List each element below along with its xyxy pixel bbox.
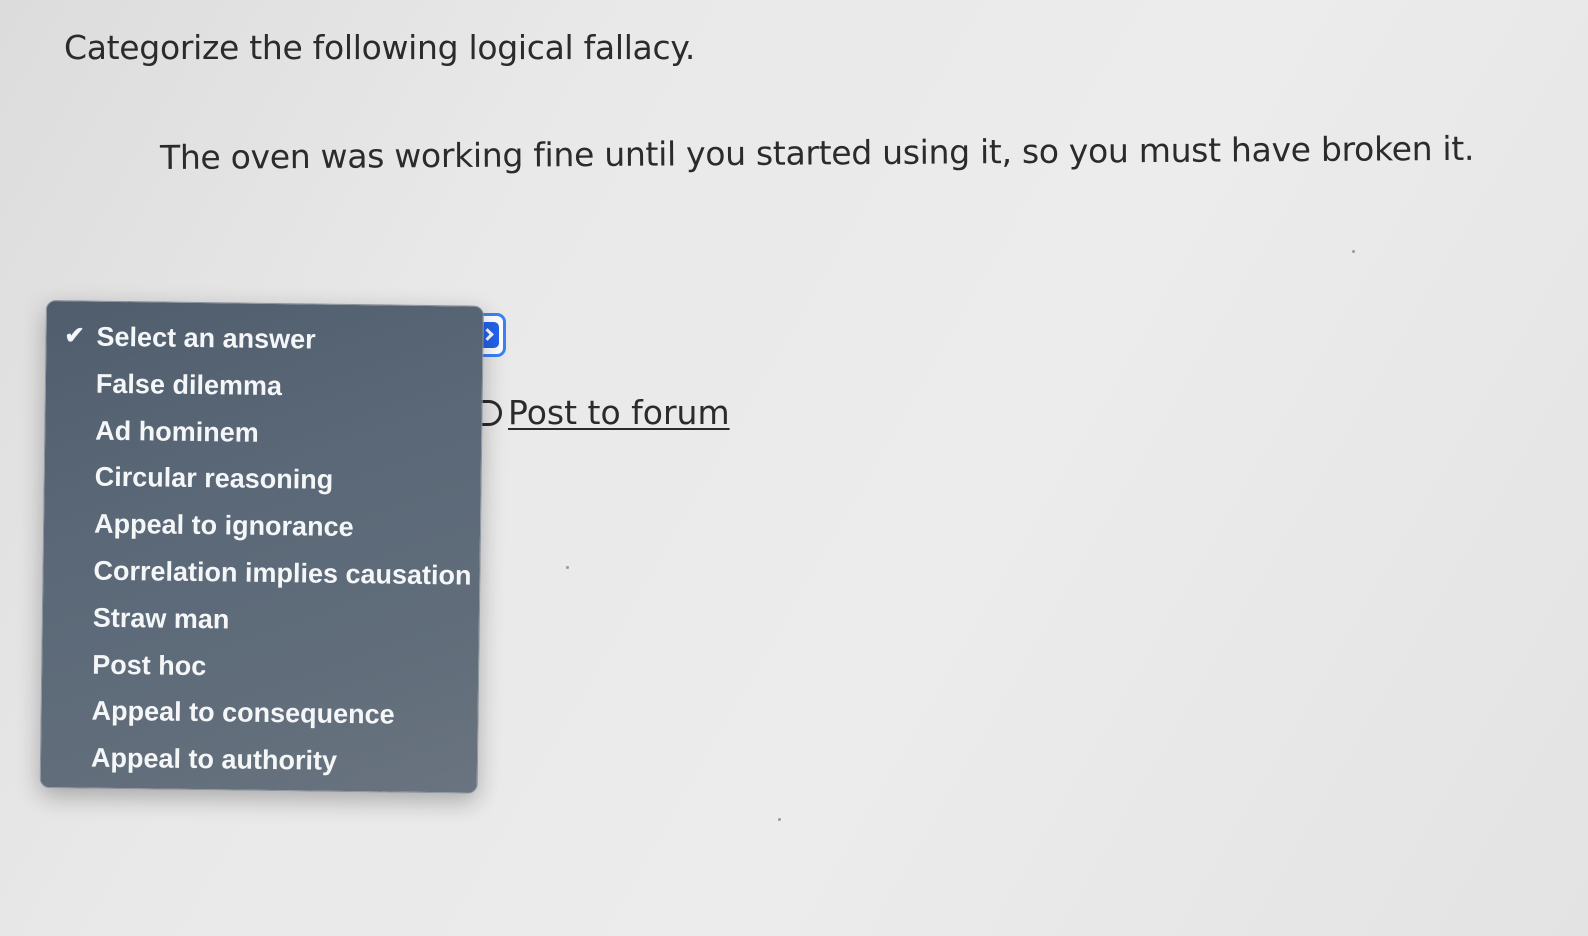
dropdown-option-label: Correlation implies causation xyxy=(93,555,472,591)
dropdown-option-false-dilemma[interactable]: False dilemma xyxy=(46,360,483,412)
answer-dropdown-menu: ✔ Select an answer False dilemma Ad homi… xyxy=(39,300,484,794)
dropdown-option-ad-hominem[interactable]: Ad hominem xyxy=(45,407,482,459)
screen-speck xyxy=(1352,250,1355,253)
dropdown-option-appeal-to-authority[interactable]: Appeal to authority xyxy=(41,734,478,786)
dropdown-option-straw-man[interactable]: Straw man xyxy=(43,594,480,646)
dropdown-option-label: Post hoc xyxy=(92,649,207,681)
dropdown-option-correlation-implies-causation[interactable]: Correlation implies causation xyxy=(43,547,480,599)
dropdown-option-post-hoc[interactable]: Post hoc xyxy=(42,641,479,693)
dropdown-option-label: Appeal to authority xyxy=(90,742,338,777)
dropdown-option-label: Ad hominem xyxy=(95,415,259,448)
comment-icon xyxy=(480,399,502,426)
dropdown-option-label: Appeal to consequence xyxy=(91,696,395,730)
dropdown-option-label: Circular reasoning xyxy=(94,462,334,496)
dropdown-option-label: Select an answer xyxy=(96,321,316,355)
dropdown-option-appeal-to-consequence[interactable]: Appeal to consequence xyxy=(41,687,478,739)
question-statement: The oven was working fine until you star… xyxy=(159,128,1475,177)
dropdown-option-select-an-answer[interactable]: ✔ Select an answer xyxy=(46,313,483,365)
post-to-forum-label: Post to forum xyxy=(508,393,730,432)
dropdown-option-label: Appeal to ignorance xyxy=(93,508,354,543)
screen-speck xyxy=(566,566,569,569)
dropdown-option-label: False dilemma xyxy=(95,368,283,401)
dropdown-option-appeal-to-ignorance[interactable]: Appeal to ignorance xyxy=(44,500,481,552)
checkmark-icon: ✔ xyxy=(64,322,85,350)
post-to-forum-link[interactable]: Post to forum xyxy=(480,393,730,432)
dropdown-option-circular-reasoning[interactable]: Circular reasoning xyxy=(44,453,481,505)
question-prompt: Categorize the following logical fallacy… xyxy=(64,28,696,67)
dropdown-option-label: Straw man xyxy=(92,602,230,635)
screen-speck xyxy=(778,818,781,821)
